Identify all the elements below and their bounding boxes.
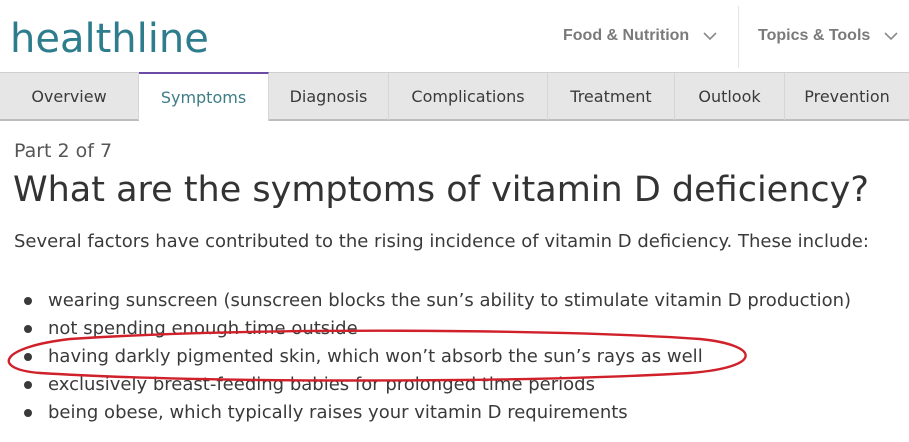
tab-diagnosis[interactable]: Diagnosis: [269, 73, 389, 120]
header-divider: [738, 6, 739, 68]
risk-factor-list: wearing sunscreen (sunscreen blocks the …: [20, 288, 851, 428]
tab-label: Diagnosis: [289, 87, 368, 106]
nav-topics-tools[interactable]: Topics & Tools: [758, 0, 898, 72]
list-item: not spending enough time outside: [20, 316, 851, 344]
list-item: having darkly pigmented skin, which won’…: [20, 344, 851, 372]
tab-prevention[interactable]: Prevention: [785, 73, 909, 120]
tab-outlook[interactable]: Outlook: [675, 73, 785, 120]
list-item: being obese, which typically raises your…: [20, 400, 851, 428]
chevron-down-icon: [884, 32, 898, 40]
logo-text: healthline: [10, 16, 209, 62]
healthline-logo[interactable]: healthline: [10, 4, 210, 68]
tab-overview[interactable]: Overview: [0, 73, 139, 120]
nav-food-nutrition[interactable]: Food & Nutrition: [563, 0, 717, 72]
tab-complications[interactable]: Complications: [389, 73, 548, 120]
page-title: What are the symptoms of vitamin D defic…: [13, 170, 869, 210]
chevron-down-icon: [703, 32, 717, 40]
nav-food-nutrition-label: Food & Nutrition: [563, 27, 690, 44]
part-indicator: Part 2 of 7: [14, 140, 113, 162]
tab-label: Prevention: [804, 87, 890, 106]
tab-label: Outlook: [698, 87, 761, 106]
list-item: exclusively breast-feeding babies for pr…: [20, 372, 851, 400]
nav-topics-tools-label: Topics & Tools: [758, 27, 871, 44]
list-item: wearing sunscreen (sunscreen blocks the …: [20, 288, 851, 316]
tab-label: Treatment: [570, 87, 652, 106]
tab-symptoms[interactable]: Symptoms: [139, 72, 269, 121]
intro-paragraph: Several factors have contributed to the …: [14, 231, 869, 252]
tab-treatment[interactable]: Treatment: [548, 73, 675, 120]
tab-label: Overview: [31, 87, 107, 106]
tab-label: Symptoms: [160, 88, 247, 107]
article-tab-bar: Overview Symptoms Diagnosis Complication…: [0, 72, 909, 121]
site-header: healthline Food & Nutrition Topics & Too…: [0, 0, 909, 72]
tab-label: Complications: [411, 87, 525, 106]
